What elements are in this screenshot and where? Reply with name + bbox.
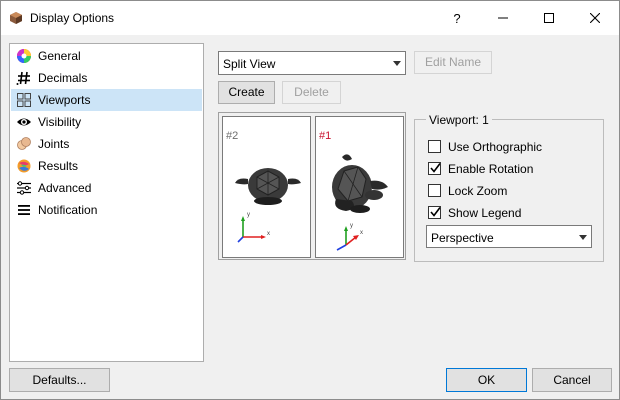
nav-label-advanced: Advanced	[38, 181, 92, 195]
nav-label-results: Results	[38, 159, 79, 173]
nav-label-visibility: Visibility	[38, 115, 82, 129]
color-wheel-icon	[17, 49, 31, 63]
projection-select-value: Perspective	[431, 231, 494, 245]
nav-item-decimals[interactable]: Decimals	[11, 67, 202, 89]
viewport-preview: #2 y x #1 y x	[218, 112, 406, 260]
viewport-number: #1	[319, 130, 332, 142]
axis-triad-icon: y x	[237, 212, 270, 243]
viewport-pane-2[interactable]: #2 y x	[222, 116, 311, 258]
checkmark-icon	[430, 163, 440, 173]
enable-rotation-label: Enable Rotation	[448, 162, 534, 176]
title-bar: Display Options ?	[1, 1, 619, 35]
joints-icon	[17, 137, 31, 150]
lock-zoom-label: Lock Zoom	[448, 184, 508, 198]
sliders-icon	[17, 181, 31, 195]
axis-label-y: y	[247, 212, 250, 218]
maximize-icon	[544, 13, 554, 23]
ok-button[interactable]: OK	[446, 368, 527, 392]
window-title: Display Options	[30, 11, 115, 25]
axis-triad-icon: y x	[336, 223, 363, 251]
close-icon	[590, 13, 600, 23]
nav-item-joints[interactable]: Joints	[11, 133, 202, 155]
menu-icon	[18, 205, 30, 215]
nav-item-viewports[interactable]: Viewports	[11, 89, 202, 111]
checkbox-box[interactable]	[428, 206, 441, 219]
results-icon	[17, 159, 31, 173]
defaults-button[interactable]: Defaults...	[9, 368, 110, 392]
axis-label-x: x	[267, 231, 270, 237]
app-icon	[10, 12, 22, 24]
show-legend-label: Show Legend	[448, 206, 522, 220]
chevron-down-icon	[393, 61, 401, 66]
use-orthographic-label: Use Orthographic	[448, 140, 543, 154]
eye-icon	[17, 118, 31, 126]
create-button[interactable]: Create	[218, 81, 275, 104]
viewport-pane-1[interactable]: #1 y x	[315, 116, 404, 258]
viewport-number: #2	[226, 130, 239, 142]
hash-icon	[16, 71, 30, 85]
cancel-button[interactable]: Cancel	[532, 368, 612, 392]
delete-button[interactable]: Delete	[282, 81, 341, 104]
checkbox-box[interactable]	[428, 140, 441, 153]
nav-label-notification: Notification	[38, 203, 98, 217]
model-front-icon	[235, 168, 301, 205]
display-options-dialog: Display Options ? General Decimals Viewp…	[0, 0, 620, 400]
checkbox-box[interactable]	[428, 162, 441, 175]
axis-label-y: y	[350, 223, 353, 229]
viewport-group-title: Viewport: 1	[426, 113, 492, 127]
projection-select[interactable]: Perspective	[426, 225, 592, 248]
model-perspective-icon	[332, 154, 388, 213]
nav-label-joints: Joints	[38, 137, 70, 151]
help-button[interactable]: ?	[434, 1, 480, 35]
nav-label-decimals: Decimals	[38, 71, 88, 85]
checkbox-box[interactable]	[428, 184, 441, 197]
chevron-down-icon	[579, 235, 587, 240]
maximize-button[interactable]	[526, 1, 572, 35]
axis-label-x: x	[360, 230, 363, 236]
minimize-icon	[498, 17, 508, 19]
nav-item-notification[interactable]: Notification	[11, 199, 202, 221]
nav-item-visibility[interactable]: Visibility	[11, 111, 202, 133]
nav-item-general[interactable]: General	[11, 45, 202, 67]
layout-select-value: Split View	[223, 57, 276, 71]
category-list[interactable]: General Decimals Viewports Visibility Jo…	[9, 43, 204, 362]
nav-label-general: General	[38, 49, 81, 63]
nav-label-viewports: Viewports	[38, 93, 91, 107]
minimize-button[interactable]	[480, 1, 526, 35]
edit-name-button[interactable]: Edit Name	[414, 51, 492, 74]
nav-item-advanced[interactable]: Advanced	[11, 177, 202, 199]
checkmark-icon	[430, 207, 440, 217]
layout-select[interactable]: Split View	[218, 51, 406, 75]
grid-icon	[17, 93, 31, 107]
nav-item-results[interactable]: Results	[11, 155, 202, 177]
close-button[interactable]	[572, 1, 618, 35]
